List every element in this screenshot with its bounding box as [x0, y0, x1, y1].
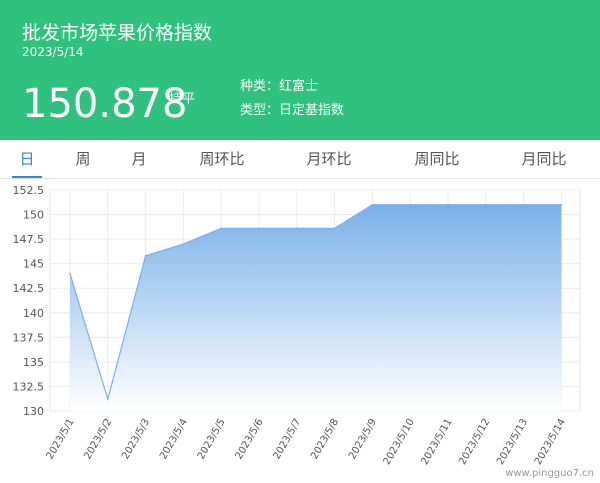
x-tick-label: 2023/5/8 [309, 417, 341, 461]
type-info: 类型：日定基指数 [240, 99, 344, 118]
data-point [447, 203, 449, 206]
data-point [182, 243, 185, 245]
data-point [296, 227, 298, 230]
tab-month-year-on-year[interactable]: 月同比 [518, 140, 570, 178]
x-tick-label: 2023/5/12 [457, 417, 492, 467]
data-point [220, 227, 222, 230]
y-tick-label: 132.5 [13, 380, 45, 393]
price-chart: 130 132.5 135 137.5 140 142.5 145 147.5 150 152.5… [13, 184, 581, 467]
price-value: 150.878 [22, 81, 188, 127]
y-tick-label: 150 [23, 209, 44, 222]
data-point [371, 203, 374, 206]
data-point [522, 203, 525, 206]
x-tick-label: 2023/5/5 [196, 417, 228, 461]
x-tick-label: 2023/5/14 [533, 417, 568, 467]
tab-week-year-on-year[interactable]: 周同比 [411, 140, 463, 178]
x-tick-label: 2023/5/1 [45, 417, 77, 461]
data-point [485, 203, 487, 206]
watermark: www.pingguo7.cn [505, 468, 594, 479]
y-tick-label: 142.5 [13, 282, 45, 295]
date-label: 2023/5/14 [22, 45, 84, 59]
x-tick-label: 2023/5/13 [495, 417, 530, 467]
x-tick-label: 2023/5/3 [120, 417, 152, 461]
data-point [560, 203, 563, 206]
y-tick-label: 140 [23, 307, 44, 320]
y-tick-label: 130 [23, 405, 44, 418]
tab-month-on-month[interactable]: 月环比 [303, 140, 355, 178]
data-point [409, 203, 412, 206]
x-tick-label: 2023/5/9 [347, 417, 379, 461]
x-tick-label: 2023/5/7 [271, 417, 303, 461]
data-point [107, 398, 109, 401]
y-tick-label: 145 [23, 258, 44, 271]
series-area [70, 204, 562, 411]
tab-day[interactable]: 日 [12, 140, 42, 178]
data-point [333, 227, 336, 230]
data-point [258, 227, 260, 230]
tab-week[interactable]: 周 [74, 140, 92, 178]
page-title: 批发市场苹果价格指数 [22, 22, 213, 44]
x-tick-label: 2023/5/2 [82, 417, 114, 461]
trend-label: 持平 [169, 92, 196, 107]
type-value: 日定基指数 [279, 103, 345, 118]
x-tick-label: 2023/5/10 [382, 417, 417, 467]
header: 批发市场苹果价格指数 2023/5/14 150.878 持平 种类：红富士 类… [0, 0, 600, 140]
variety-label: 种类： [240, 79, 280, 94]
x-tick-label: 2023/5/4 [158, 417, 190, 461]
variety-value: 红富士 [279, 79, 319, 94]
type-label: 类型： [240, 103, 280, 118]
tab-month[interactable]: 月 [130, 140, 148, 178]
data-point [144, 255, 147, 257]
y-tick-label: 147.5 [13, 233, 45, 246]
y-tick-label: 137.5 [13, 331, 45, 344]
data-point [69, 272, 71, 275]
y-tick-label: 135 [23, 356, 44, 369]
x-tick-label: 2023/5/11 [419, 417, 454, 467]
variety-info: 种类：红富士 [240, 75, 318, 94]
tab-week-on-week[interactable]: 周环比 [196, 140, 248, 178]
period-tabs: 日 周 月 周环比 月环比 周同比 月同比 [0, 140, 600, 179]
x-tick-label: 2023/5/6 [234, 417, 266, 461]
y-tick-label: 152.5 [13, 184, 45, 197]
